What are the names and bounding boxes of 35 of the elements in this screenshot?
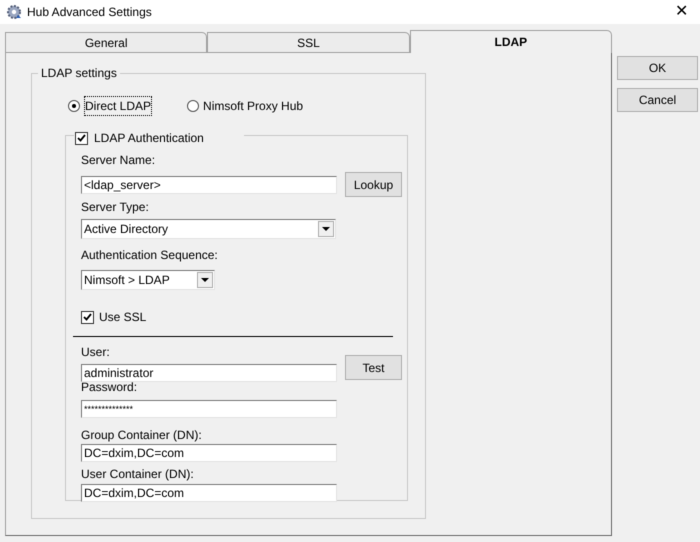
checkbox-label: LDAP Authentication [94,130,204,147]
group-title: LDAP settings [38,66,120,80]
dialog-button[interactable]: Cancel [617,88,698,112]
dropdown[interactable]: Nimsoft > LDAP [81,270,215,290]
checkbox[interactable] [75,132,88,144]
dialog-button[interactable]: OK [617,56,698,80]
input-field[interactable]: <ldap_server> [81,176,337,194]
radio-label: Direct LDAP [84,96,152,116]
field-label: Server Type: [81,200,150,214]
password-field[interactable]: ************** [81,400,337,418]
gear-icon [6,4,22,20]
close-button[interactable]: ✕ [675,4,688,20]
tab[interactable]: SSL [207,32,410,52]
tab[interactable]: LDAP [410,30,612,53]
checkmark-icon [83,313,92,321]
checkmark-icon [77,134,86,142]
radio-label: Nimsoft Proxy Hub [203,98,304,115]
radio-button[interactable] [68,100,80,112]
window-title: Hub Advanced Settings [27,4,152,21]
field-label: Authentication Sequence: [81,248,219,262]
field-label: Password: [81,380,138,394]
checkbox[interactable] [81,310,94,324]
tab[interactable]: General [5,32,208,52]
checkbox-label: Use SSL [99,309,146,326]
input-field[interactable]: DC=dxim,DC=com [81,444,337,462]
field-label: User Container (DN): [81,467,195,481]
test-button[interactable]: Test [345,355,402,380]
dropdown[interactable]: Active Directory [81,219,336,239]
field-label: Server Name: [81,153,156,167]
field-label: User: [81,345,111,359]
field-label: Group Container (DN): [81,428,203,442]
input-field[interactable]: DC=dxim,DC=com [81,484,337,502]
radio-button[interactable] [187,100,200,112]
lookup-button[interactable]: Lookup [345,172,402,197]
input-field[interactable]: administrator [81,364,337,382]
